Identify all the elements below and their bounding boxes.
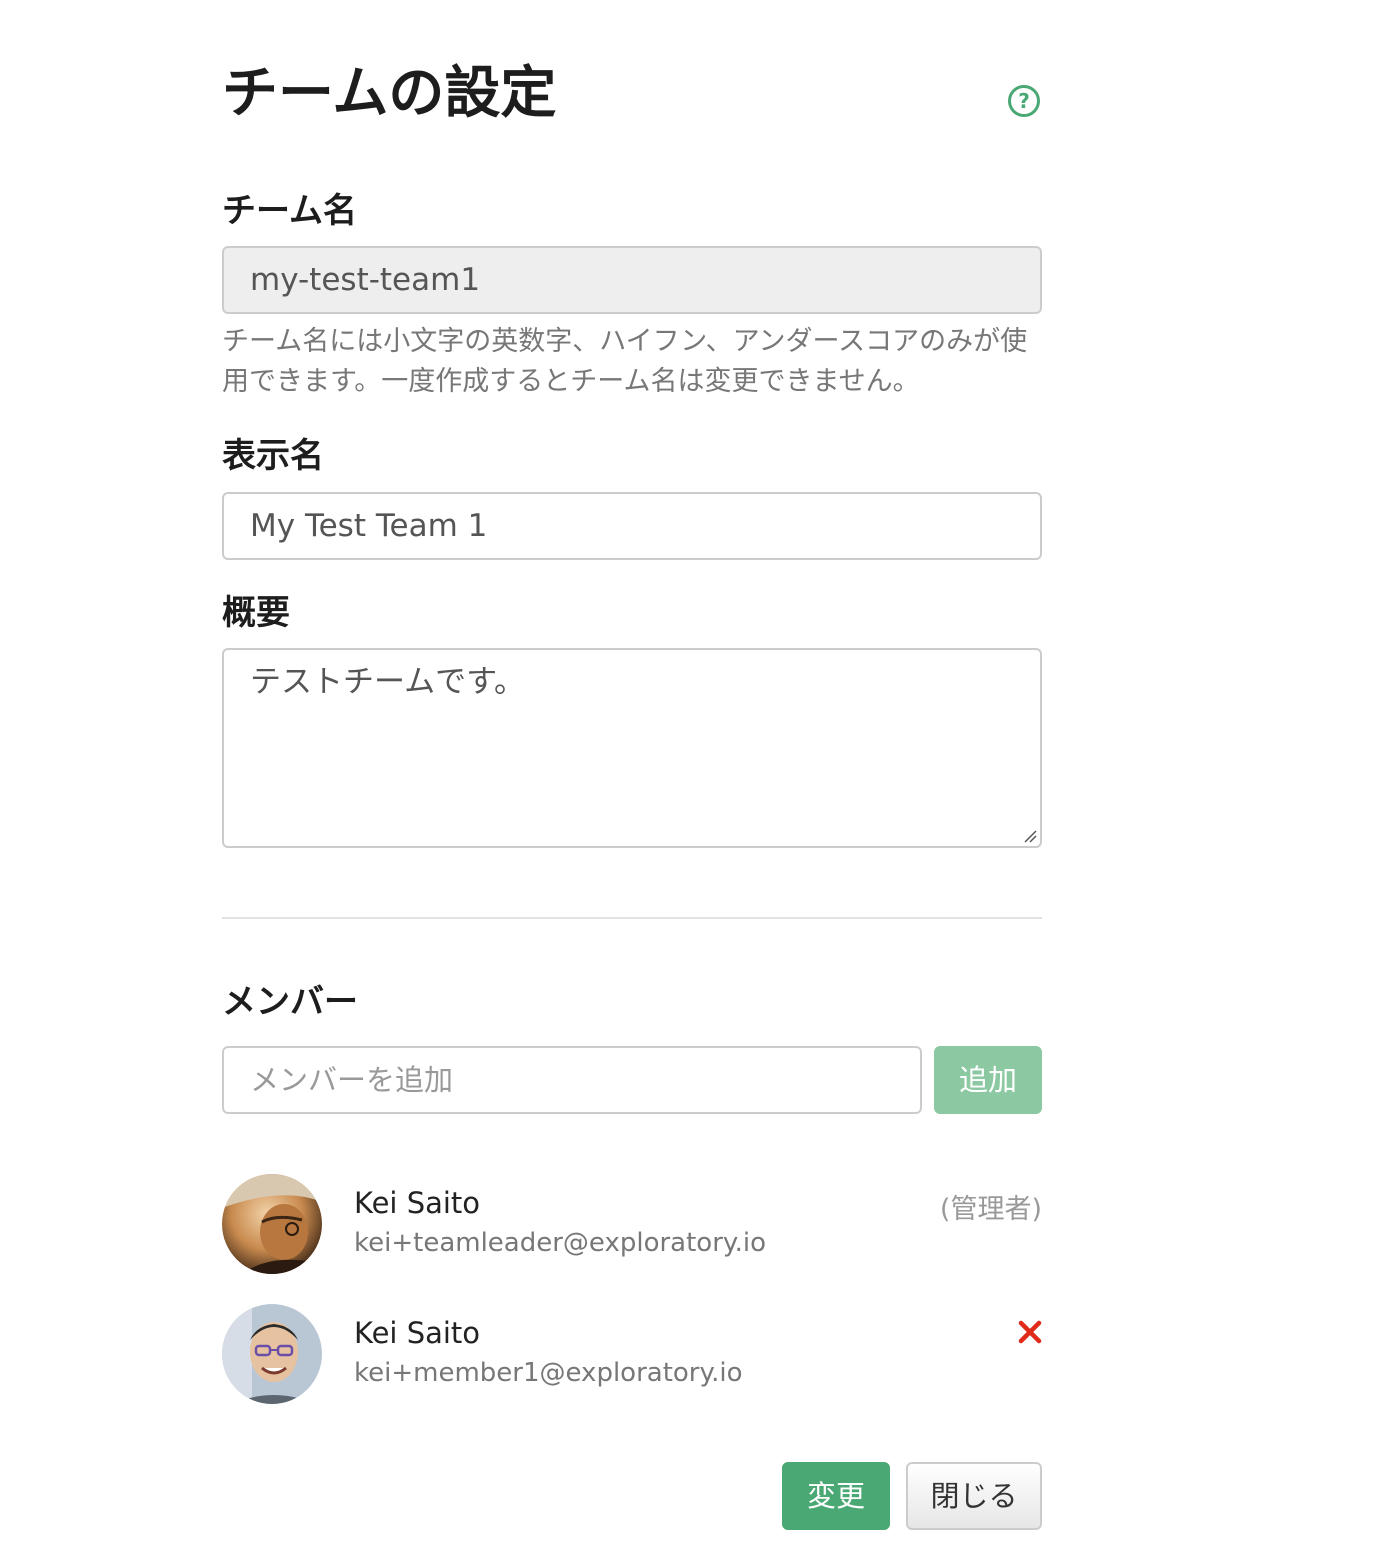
- team-name-help-text: チーム名には小文字の英数字、ハイフン、アンダースコアのみが使用できます。一度作成…: [222, 326, 1028, 397]
- close-button[interactable]: 閉じる: [906, 1462, 1042, 1530]
- display-name-input[interactable]: My Test Team 1: [222, 492, 1042, 560]
- display-name-label: 表示名: [222, 436, 324, 476]
- team-name-field: my-test-team1: [222, 246, 1042, 314]
- description-textarea[interactable]: テストチームです。: [222, 648, 1042, 848]
- member-email: kei+teamleader@exploratory.io: [354, 1228, 766, 1258]
- member-name: Kei Saito: [354, 1186, 481, 1220]
- add-member-input[interactable]: メンバーを追加: [222, 1046, 922, 1114]
- remove-member-icon[interactable]: [1018, 1320, 1042, 1344]
- team-name-label: チーム名: [222, 191, 357, 231]
- page-title: チームの設定: [222, 61, 557, 126]
- avatar: [222, 1304, 322, 1404]
- members-label: メンバー: [222, 982, 358, 1022]
- admin-role-badge: (管理者): [939, 1194, 1042, 1225]
- section-divider: [222, 917, 1042, 919]
- save-button[interactable]: 変更: [782, 1462, 890, 1530]
- avatar: [222, 1174, 322, 1274]
- member-email: kei+member1@exploratory.io: [354, 1358, 743, 1388]
- resize-handle-icon[interactable]: [1023, 829, 1037, 843]
- add-member-button[interactable]: 追加: [934, 1046, 1042, 1114]
- description-text: テストチームです。: [250, 664, 525, 700]
- member-name: Kei Saito: [354, 1316, 481, 1350]
- member-row: Kei Saito kei+teamleader@exploratory.io …: [222, 1174, 1042, 1276]
- description-label: 概要: [222, 593, 290, 633]
- member-row: Kei Saito kei+member1@exploratory.io: [222, 1304, 1042, 1406]
- help-icon[interactable]: ?: [1008, 85, 1040, 117]
- team-settings-dialog: チームの設定 ? チーム名 my-test-team1 チーム名には小文字の英数…: [222, 0, 1042, 1566]
